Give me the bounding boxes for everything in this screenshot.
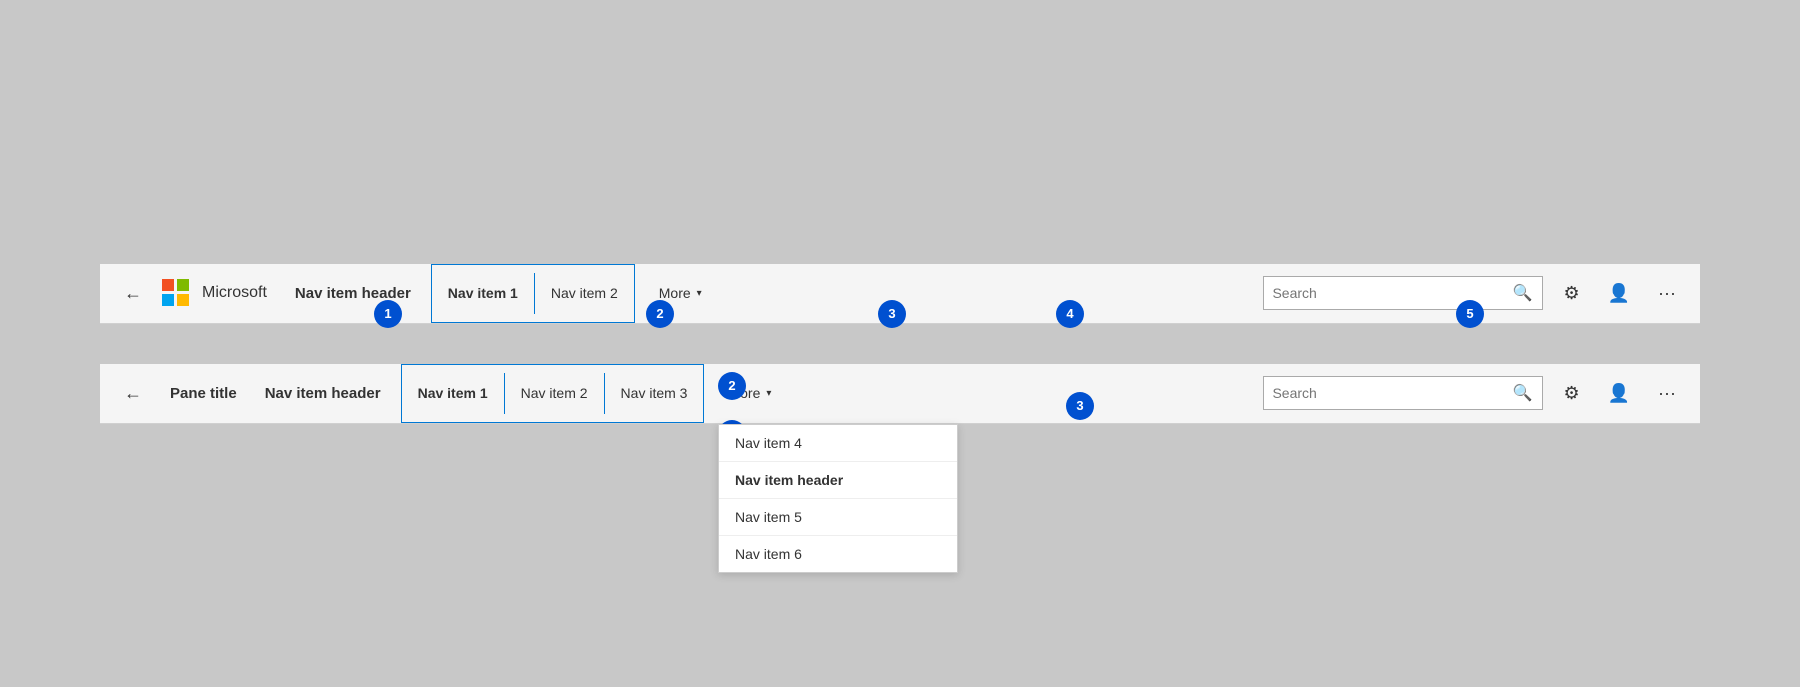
annotation-2-3: 3 [1066, 392, 1094, 420]
user-button-1[interactable]: 👤 [1600, 279, 1638, 308]
chevron-icon-1: ▾ [697, 288, 702, 299]
logo-blue [162, 294, 174, 306]
dropdown-menu: Nav item 4 Nav item header Nav item 5 Na… [718, 424, 958, 573]
user-icon-2: 👤 [1608, 383, 1630, 404]
annotation-1-4: 4 [1056, 300, 1084, 328]
settings-icon-1: ⚙ [1563, 283, 1579, 304]
settings-icon-2: ⚙ [1563, 383, 1579, 404]
logo-red [162, 279, 174, 291]
annotation-1-1: 1 [374, 300, 402, 328]
back-button-2[interactable]: ← [116, 379, 150, 408]
user-button-2[interactable]: 👤 [1600, 379, 1638, 408]
nav-item-header-2: Nav item header [257, 385, 389, 402]
annotation-1-2: 2 [646, 300, 674, 328]
settings-button-1[interactable]: ⚙ [1555, 279, 1587, 308]
nav-item-1-bar1[interactable]: Nav item 1 [432, 265, 534, 322]
search-icon-btn-2[interactable]: 🔍 [1511, 381, 1535, 405]
logo-yellow [177, 294, 189, 306]
nav-items-group-1: Nav item 1 Nav item 2 [431, 264, 635, 323]
nav-item-2-bar2[interactable]: Nav item 2 [505, 365, 604, 422]
nav-item-1-bar2[interactable]: Nav item 1 [402, 365, 504, 422]
user-icon-1: 👤 [1608, 283, 1630, 304]
search-box-1: 🔍 [1263, 276, 1543, 310]
logo-green [177, 279, 189, 291]
dropdown-header: Nav item header [719, 462, 957, 499]
nav-bar-2: ← Pane title Nav item header Nav item 1 … [100, 364, 1700, 424]
annotation-1-3: 3 [878, 300, 906, 328]
search-icon-btn-1[interactable]: 🔍 [1511, 281, 1535, 305]
nav-item-3-bar2[interactable]: Nav item 3 [605, 365, 704, 422]
ellipsis-button-1[interactable]: ··· [1650, 279, 1684, 308]
nav-items-group-2: Nav item 1 Nav item 2 Nav item 3 [401, 364, 705, 423]
search-input-1[interactable] [1272, 285, 1510, 301]
back-button-1[interactable]: ← [116, 279, 150, 308]
annotation-2-2a: 2 [718, 372, 746, 400]
more-label-1: More [659, 285, 691, 301]
settings-button-2[interactable]: ⚙ [1555, 379, 1587, 408]
ellipsis-icon-1: ··· [1658, 283, 1676, 304]
dropdown-item-5[interactable]: Nav item 5 [719, 499, 957, 536]
microsoft-logo [162, 279, 190, 307]
search-input-2[interactable] [1272, 385, 1510, 401]
dropdown-item-6[interactable]: Nav item 6 [719, 536, 957, 572]
more-button-1[interactable]: More ▾ [647, 285, 714, 301]
nav-item-header-1: Nav item header [287, 285, 419, 302]
dropdown-item-4[interactable]: Nav item 4 [719, 425, 957, 462]
brand-name: Microsoft [202, 284, 267, 302]
chevron-icon-2: ▾ [766, 388, 771, 399]
annotation-1-5: 5 [1456, 300, 1484, 328]
ellipsis-icon-2: ··· [1658, 383, 1676, 404]
pane-title: Pane title [162, 385, 245, 402]
search-box-2: 🔍 [1263, 376, 1543, 410]
ellipsis-button-2[interactable]: ··· [1650, 379, 1684, 408]
nav-item-2-bar1[interactable]: Nav item 2 [535, 265, 634, 322]
